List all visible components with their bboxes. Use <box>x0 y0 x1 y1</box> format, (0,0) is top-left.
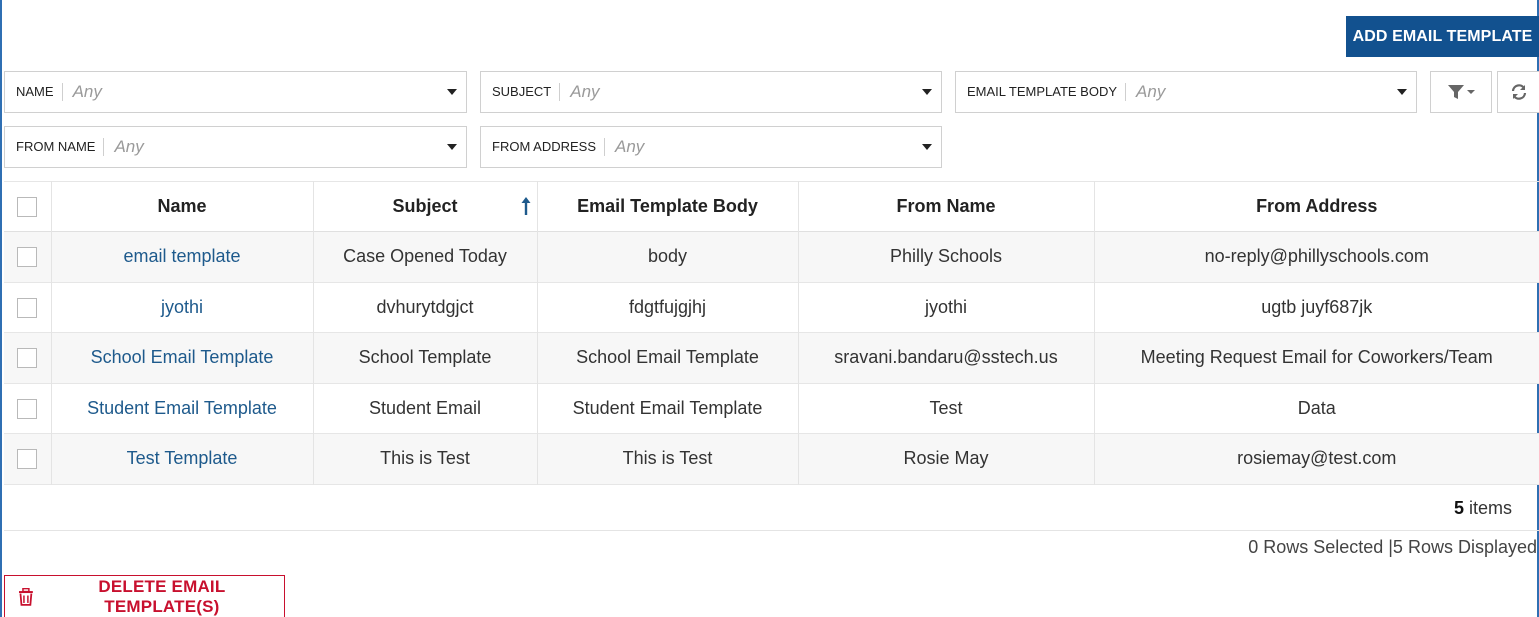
filter-name[interactable]: NAME Any <box>4 71 467 113</box>
email-templates-page: ADD EMAIL TEMPLATE NAME Any SUBJECT Any … <box>0 0 1539 617</box>
item-count: 5 items <box>4 486 1539 531</box>
table-header-row: Name Subject Email Template Body From Na… <box>4 181 1539 232</box>
add-email-template-button[interactable]: ADD EMAIL TEMPLATE <box>1346 16 1539 57</box>
from-address-cell: ugtb juyf687jk <box>1261 296 1373 317</box>
body-cell: fdgtfujgjhj <box>537 282 799 333</box>
subject-cell: This is Test <box>313 433 538 484</box>
caret-down-icon <box>1397 89 1407 95</box>
from-address-cell: no-reply@phillyschools.com <box>1204 246 1429 267</box>
filter-email-template-body[interactable]: EMAIL TEMPLATE BODY Any <box>955 71 1417 113</box>
filter-icon <box>1448 85 1475 99</box>
from-name-cell: Test <box>798 383 1095 434</box>
item-count-label: items <box>1468 498 1512 518</box>
refresh-icon <box>1511 84 1527 100</box>
filter-subject-label: SUBJECT <box>481 83 561 101</box>
table-row: jyothi dvhurytdgjct fdgtfujgjhj jyothi u… <box>4 282 1539 333</box>
row-checkbox[interactable] <box>17 297 38 318</box>
from-address-cell: rosiemay@test.com <box>1237 448 1397 469</box>
filter-body-value: Any <box>1136 82 1166 101</box>
table-row: Student Email Template Student Email Stu… <box>4 383 1539 434</box>
body-cell: School Email Template <box>537 332 799 383</box>
caret-down-icon <box>447 144 457 150</box>
template-name-link[interactable]: School Email Template <box>91 347 274 367</box>
from-address-cell: Data <box>1297 397 1336 418</box>
column-header-name[interactable]: Name <box>51 181 314 232</box>
from-name-cell: Rosie May <box>798 433 1095 484</box>
delete-button-label: DELETE EMAIL TEMPLATE(S) <box>98 577 226 616</box>
row-checkbox[interactable] <box>17 449 38 470</box>
refresh-button[interactable] <box>1497 71 1539 113</box>
subject-cell: School Template <box>313 332 538 383</box>
filter-from-address[interactable]: FROM ADDRESS Any <box>480 126 942 168</box>
filter-from-address-value: Any <box>615 137 645 156</box>
from-address-cell: Meeting Request Email for Coworkers/Team <box>1140 347 1493 368</box>
caret-down-icon <box>447 89 457 95</box>
select-all-cell <box>4 181 52 232</box>
item-count-number: 5 <box>1453 498 1464 518</box>
table-row: School Email Template School Template Sc… <box>4 332 1539 383</box>
subject-cell: dvhurytdgjct <box>313 282 538 333</box>
column-header-email-template-body[interactable]: Email Template Body <box>537 181 799 232</box>
subject-cell: Case Opened Today <box>313 231 538 282</box>
selection-status: 0 Rows Selected |5 Rows Displayed <box>1248 537 1537 557</box>
template-name-link[interactable]: Test Template <box>127 448 238 468</box>
column-header-subject[interactable]: Subject <box>313 181 538 232</box>
filter-from-name-value: Any <box>114 137 144 156</box>
row-checkbox[interactable] <box>17 247 38 268</box>
filter-body-label: EMAIL TEMPLATE BODY <box>956 83 1127 101</box>
from-name-cell: Philly Schools <box>798 231 1095 282</box>
column-header-from-address[interactable]: From Address <box>1094 182 1539 232</box>
filter-from-name-label: FROM NAME <box>5 138 105 156</box>
row-checkbox[interactable] <box>17 398 38 419</box>
row-checkbox[interactable] <box>17 348 38 369</box>
table-row: email template Case Opened Today body Ph… <box>4 231 1539 282</box>
filter-from-address-label: FROM ADDRESS <box>481 138 606 156</box>
sort-ascending-icon <box>521 197 530 215</box>
filter-from-name[interactable]: FROM NAME Any <box>4 126 467 168</box>
from-name-cell: jyothi <box>798 282 1095 333</box>
caret-down-icon <box>922 89 932 95</box>
filter-subject[interactable]: SUBJECT Any <box>480 71 942 113</box>
from-name-cell: sravani.bandaru@sstech.us <box>798 332 1095 383</box>
body-cell: body <box>537 231 799 282</box>
template-name-link[interactable]: jyothi <box>161 297 203 317</box>
select-all-checkbox[interactable] <box>17 197 38 218</box>
body-cell: This is Test <box>537 433 799 484</box>
delete-email-templates-button[interactable]: DELETE EMAIL TEMPLATE(S) <box>4 575 285 617</box>
column-header-from-name[interactable]: From Name <box>798 181 1095 232</box>
template-name-link[interactable]: email template <box>123 246 240 266</box>
filter-name-value: Any <box>72 82 102 101</box>
table-row: Test Template This is Test This is Test … <box>4 433 1539 484</box>
email-templates-table: Name Subject Email Template Body From Na… <box>4 181 1539 485</box>
trash-icon <box>18 588 33 606</box>
filter-name-label: NAME <box>5 83 63 101</box>
filter-subject-value: Any <box>570 82 600 101</box>
column-header-subject-label: Subject <box>392 196 458 216</box>
subject-cell: Student Email <box>313 383 538 434</box>
body-cell: Student Email Template <box>537 383 799 434</box>
caret-down-icon <box>922 144 932 150</box>
template-name-link[interactable]: Student Email Template <box>87 398 277 418</box>
filter-menu-button[interactable] <box>1430 71 1492 113</box>
